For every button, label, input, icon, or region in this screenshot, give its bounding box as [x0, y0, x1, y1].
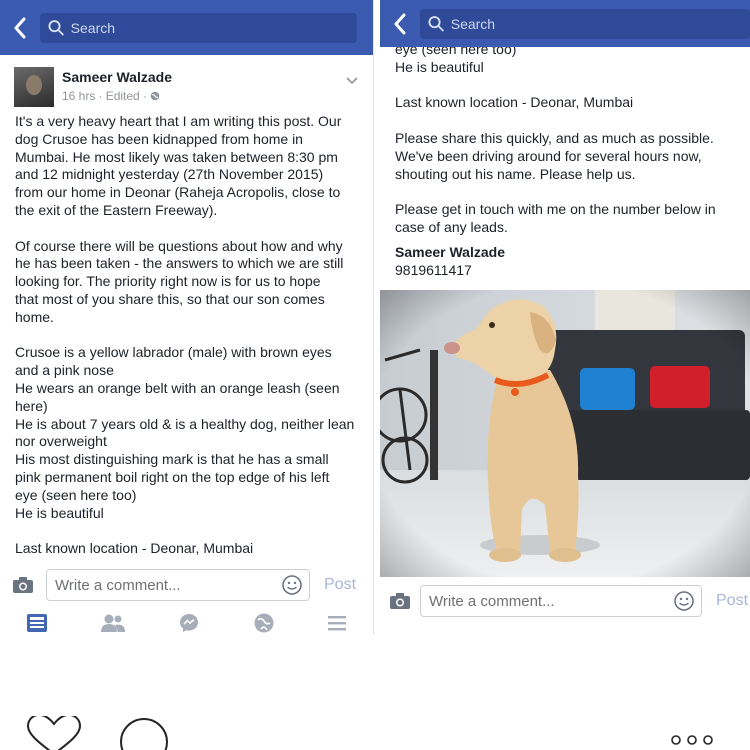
- post-text-line: shouting out his name. Please help us.: [395, 165, 636, 182]
- emoji-icon[interactable]: [673, 590, 695, 612]
- top-navigation-bar: [0, 0, 373, 55]
- post-text-line: he has been taken - the answers to which…: [15, 255, 344, 272]
- post-text-line: Crusoe is a yellow labrador (male) with …: [15, 344, 332, 361]
- left-screenshot: Sameer Walzade 16 hrs · Edited · It's a …: [0, 0, 374, 635]
- post-options-button[interactable]: [345, 73, 359, 91]
- post-text-line: Last known location - Deonar, Mumbai: [15, 540, 254, 557]
- avatar[interactable]: [14, 67, 54, 107]
- back-arrow-icon: [394, 13, 406, 34]
- comment-bar: Post: [0, 568, 373, 602]
- globe-notifications-icon[interactable]: [253, 612, 275, 634]
- top-navigation-bar: [380, 0, 750, 47]
- post-text-line: Please share this quickly, and as much a…: [395, 129, 714, 146]
- post-comment-button[interactable]: Post: [716, 592, 748, 610]
- post-text-line: from our home in Deonar (Raheja Acropoli…: [15, 184, 341, 201]
- emoji-icon[interactable]: [281, 574, 303, 596]
- post-text-line: dog Crusoe has been kidnapped from home …: [15, 130, 303, 147]
- post-text-line: pink permanent boil right on the top edg…: [15, 468, 330, 485]
- post-text-line: home.: [15, 308, 54, 325]
- post-meta: 16 hrs · Edited ·: [62, 89, 160, 103]
- post-text-line: eye (seen here too): [15, 486, 137, 503]
- post-text-line: nor overweight: [15, 433, 107, 450]
- post-text-line: Last known location - Deonar, Mumbai: [395, 94, 634, 111]
- post-time[interactable]: 16 hrs: [62, 89, 95, 103]
- photo-actions-bar: [0, 700, 750, 750]
- post-text-continued: eye (seen here too) He is beautiful Last k…: [395, 41, 738, 237]
- menu-icon[interactable]: [327, 615, 347, 631]
- post-text-line: He is about 7 years old & is a healthy d…: [15, 415, 355, 432]
- post-text-line: Please get in touch with me on the numbe…: [395, 201, 716, 218]
- post-text-line: case of any leads.: [395, 218, 508, 235]
- post-text-line: here): [15, 397, 48, 414]
- post-text-line: that most of you share this, so that our…: [15, 290, 325, 307]
- post-text-line: the exit of the Eastern Freeway).: [15, 201, 218, 218]
- labrador-photo-illustration: [380, 290, 750, 577]
- back-button[interactable]: [0, 0, 40, 55]
- post-text-line: He wears an orange belt with an orange l…: [15, 379, 340, 396]
- chevron-down-icon: [346, 77, 358, 85]
- search-icon: [48, 19, 64, 35]
- messenger-icon[interactable]: [178, 612, 200, 634]
- right-screenshot: eye (seen here too) He is beautiful Last k…: [380, 0, 750, 635]
- post-text-line: Of course there will be questions about …: [15, 237, 343, 254]
- signature: Sameer Walzade 9819611417: [395, 244, 738, 280]
- comment-field[interactable]: [46, 569, 310, 601]
- friends-icon[interactable]: [100, 613, 126, 633]
- bottom-tab-bar: [0, 606, 373, 635]
- post-text-line: and a pink nose: [15, 362, 114, 379]
- author-name[interactable]: Sameer Walzade: [62, 69, 172, 85]
- news-feed-icon[interactable]: [26, 613, 48, 633]
- post-text-line: He is beautiful: [395, 58, 484, 75]
- back-arrow-icon: [14, 17, 26, 38]
- comment-bubble-icon[interactable]: [118, 718, 170, 750]
- post-text-line: It's a very heavy heart that I am writin…: [15, 113, 342, 129]
- camera-icon: [13, 577, 33, 593]
- search-input[interactable]: [70, 19, 357, 36]
- like-heart-icon[interactable]: [24, 716, 84, 750]
- post-text: It's a very heavy heart that I am writin…: [15, 113, 361, 558]
- search-box[interactable]: [40, 12, 357, 43]
- post-text-line: We've been driving around for several ho…: [395, 147, 702, 164]
- comment-input[interactable]: [429, 592, 673, 610]
- search-input[interactable]: [450, 15, 750, 32]
- camera-button[interactable]: [0, 576, 46, 594]
- signature-name[interactable]: Sameer Walzade: [395, 244, 738, 262]
- comment-field[interactable]: [420, 585, 702, 617]
- post-text-line: and 12 midnight yesterday (27th November…: [15, 166, 324, 183]
- camera-icon: [390, 593, 410, 609]
- search-icon: [428, 15, 444, 31]
- post-comment-button[interactable]: Post: [324, 576, 356, 594]
- edited-label[interactable]: · Edited ·: [98, 89, 147, 103]
- post-text-line: Mumbai. He most likely was taken between…: [15, 148, 338, 165]
- post-header: Sameer Walzade 16 hrs · Edited ·: [14, 63, 363, 113]
- back-button[interactable]: [380, 0, 420, 47]
- post-text-line: looking for. The priority right now is f…: [15, 273, 321, 290]
- camera-button[interactable]: [380, 592, 420, 610]
- post-text-line: He is beautiful: [15, 504, 104, 521]
- comment-bar: Post: [380, 584, 750, 618]
- post-text-line: His most distinguishing mark is that he …: [15, 451, 329, 468]
- comment-input[interactable]: [55, 576, 281, 594]
- dog-photo[interactable]: [380, 290, 750, 577]
- globe-icon: [150, 91, 160, 101]
- search-box[interactable]: [420, 8, 750, 39]
- phone-number[interactable]: 9819611417: [395, 262, 738, 280]
- more-options-icon[interactable]: [670, 734, 714, 746]
